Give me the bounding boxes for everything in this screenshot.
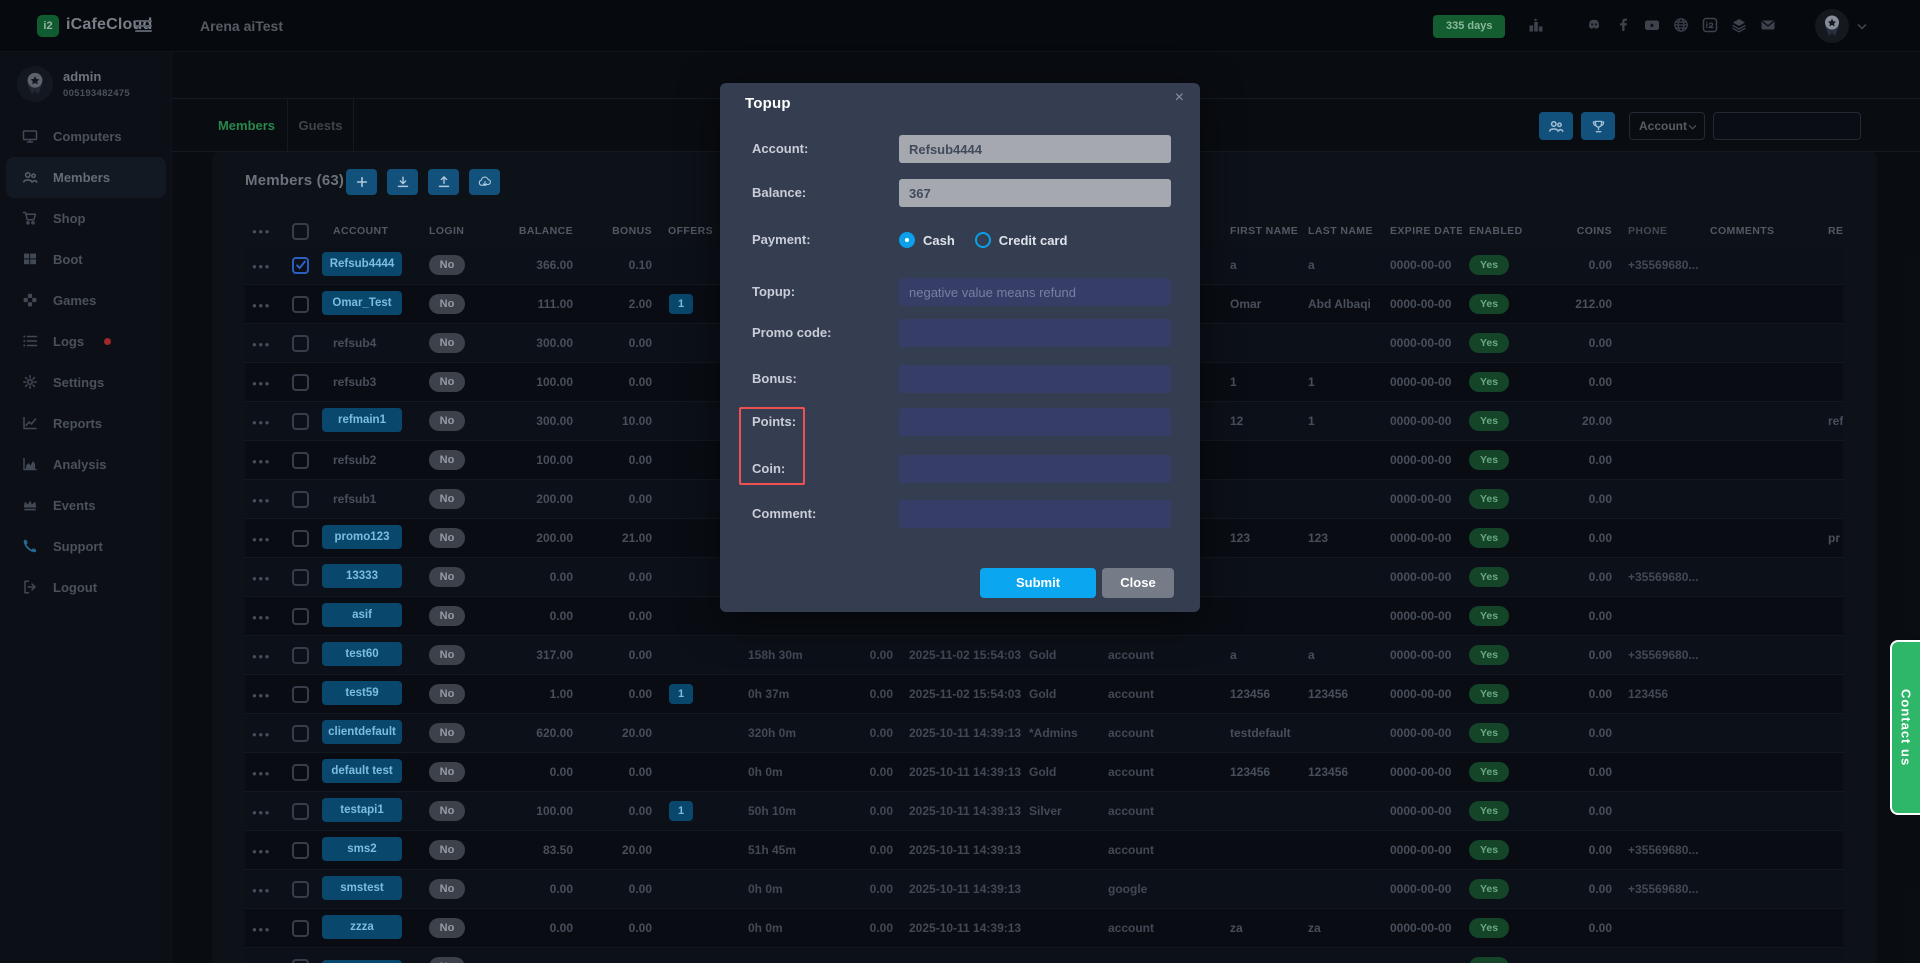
cash-radio-label: Cash <box>923 233 955 248</box>
coin-input[interactable] <box>899 455 1171 483</box>
points-input[interactable] <box>899 408 1171 436</box>
payment-label: Payment: <box>752 226 811 254</box>
topup-label: Topup: <box>752 278 795 306</box>
close-button[interactable]: Close <box>1102 568 1174 598</box>
icafecloud-app: i2 iCafeCloud Arena aiTest 335 days admi… <box>0 0 1920 963</box>
submit-button[interactable]: Submit <box>980 568 1096 598</box>
contact-us-tab[interactable]: Contact us <box>1890 640 1920 815</box>
topup-modal: Topup × Account: Balance: Payment: Cash … <box>720 83 1200 612</box>
account-label: Account: <box>752 135 808 163</box>
modal-title: Topup <box>745 95 791 112</box>
promo-code-label: Promo code: <box>752 319 831 347</box>
bonus-label: Bonus: <box>752 365 797 393</box>
credit-card-radio-label: Credit card <box>999 233 1068 248</box>
annotation-red-box <box>739 407 805 485</box>
balance-label: Balance: <box>752 179 806 207</box>
cash-radio[interactable] <box>899 232 915 248</box>
balance-field <box>899 179 1171 207</box>
promo-code-input[interactable] <box>899 319 1171 347</box>
credit-card-radio[interactable] <box>975 232 991 248</box>
close-icon[interactable]: × <box>1175 89 1184 107</box>
comment-input[interactable] <box>899 500 1171 528</box>
topup-input[interactable] <box>899 278 1171 306</box>
account-field <box>899 135 1171 163</box>
bonus-input[interactable] <box>899 365 1171 393</box>
comment-label: Comment: <box>752 500 816 528</box>
contact-us-label: Contact us <box>1899 689 1914 766</box>
